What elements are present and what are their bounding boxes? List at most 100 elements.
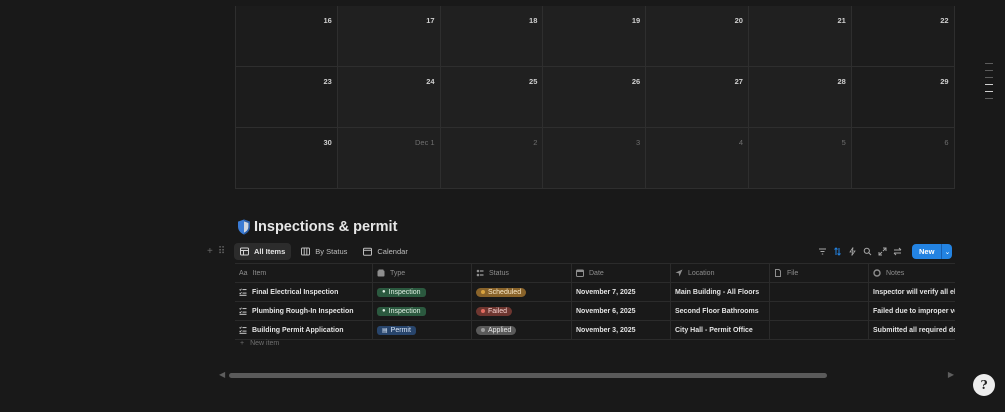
- database-toolbar: New ⌄: [818, 244, 953, 259]
- checklist-icon: [239, 307, 247, 315]
- calendar-day-number: 30: [323, 138, 332, 147]
- expand-icon[interactable]: [878, 247, 887, 256]
- cell-item[interactable]: Final Electrical Inspection: [235, 283, 373, 301]
- calendar-day-cell[interactable]: 27: [646, 67, 749, 128]
- page-outline-marks[interactable]: [985, 63, 993, 105]
- type-tag[interactable]: ● Inspection: [377, 287, 426, 297]
- calendar-day-cell[interactable]: 16: [235, 6, 338, 67]
- cell-location[interactable]: City Hall - Permit Office: [671, 321, 770, 339]
- calendar-day-cell[interactable]: 30: [235, 128, 338, 189]
- help-button[interactable]: ?: [973, 374, 995, 396]
- table-row[interactable]: Final Electrical Inspection ● Inspection…: [235, 283, 955, 302]
- cell-status[interactable]: Applied: [472, 321, 572, 339]
- scroll-right-icon[interactable]: ▶: [948, 370, 954, 379]
- calendar-day-number: 24: [426, 77, 435, 86]
- cell-type[interactable]: ▤ Permit: [373, 321, 472, 339]
- cell-status[interactable]: Scheduled: [472, 283, 572, 301]
- item-title[interactable]: Building Permit Application: [252, 327, 344, 334]
- calendar-day-number: 21: [837, 16, 846, 25]
- status-badge[interactable]: Scheduled: [476, 287, 527, 297]
- cell-notes[interactable]: Failed due to improper venting: [869, 302, 955, 320]
- cell-file[interactable]: [770, 302, 869, 320]
- sort-icon[interactable]: [833, 247, 842, 256]
- calendar-day-cell[interactable]: 2: [440, 128, 544, 189]
- cell-notes[interactable]: Submitted all required documents: [869, 321, 955, 339]
- calendar-day-cell[interactable]: 25: [440, 67, 544, 128]
- add-block-icon[interactable]: +: [207, 246, 213, 257]
- cell-location[interactable]: Main Building - All Floors: [671, 283, 770, 301]
- table-row[interactable]: Plumbing Rough-In Inspection ● Inspectio…: [235, 302, 955, 321]
- tab-calendar[interactable]: Calendar: [357, 243, 413, 260]
- cell-status[interactable]: Failed: [472, 302, 572, 320]
- location-icon: [675, 269, 683, 277]
- calendar-day-cell[interactable]: 28: [748, 67, 852, 128]
- cell-type[interactable]: ● Inspection: [373, 283, 472, 301]
- column-header-file[interactable]: File: [770, 264, 869, 282]
- calendar-day-cell[interactable]: 24: [337, 67, 441, 128]
- drag-handle-icon[interactable]: ⠿: [218, 246, 225, 257]
- column-header-notes[interactable]: Notes: [869, 264, 955, 282]
- calendar-day-number: 25: [529, 77, 538, 86]
- calendar-day-cell[interactable]: 6: [851, 128, 955, 189]
- item-title[interactable]: Plumbing Rough-In Inspection: [252, 308, 354, 315]
- filter-icon[interactable]: [818, 247, 827, 256]
- column-label: File: [787, 269, 799, 277]
- column-header-item[interactable]: Aa Item: [235, 264, 373, 282]
- cell-date[interactable]: November 7, 2025: [572, 283, 671, 301]
- item-title[interactable]: Final Electrical Inspection: [252, 289, 338, 296]
- cell-item[interactable]: Plumbing Rough-In Inspection: [235, 302, 373, 320]
- cell-type[interactable]: ● Inspection: [373, 302, 472, 320]
- cell-notes[interactable]: Inspector will verify all electrical wor…: [869, 283, 955, 301]
- magnifier-icon: ●: [382, 308, 386, 314]
- cell-date[interactable]: November 6, 2025: [572, 302, 671, 320]
- calendar-day-cell[interactable]: 3: [543, 128, 647, 189]
- status-badge[interactable]: Applied: [476, 325, 517, 335]
- type-tag[interactable]: ▤ Permit: [377, 325, 416, 335]
- calendar-day-cell[interactable]: 20: [646, 6, 749, 67]
- help-icon: ?: [980, 378, 988, 392]
- horizontal-scrollbar[interactable]: ◀ ▶: [219, 370, 954, 380]
- status-dot: [481, 309, 485, 313]
- calendar-day-cell[interactable]: 17: [337, 6, 441, 67]
- status-badge[interactable]: Failed: [476, 306, 513, 316]
- calendar-day-cell[interactable]: 26: [543, 67, 647, 128]
- column-header-location[interactable]: Location: [671, 264, 770, 282]
- scroll-left-icon[interactable]: ◀: [219, 370, 225, 379]
- calendar-day-cell[interactable]: 18: [440, 6, 544, 67]
- new-button[interactable]: New ⌄: [912, 244, 953, 259]
- column-header-date[interactable]: Date: [572, 264, 671, 282]
- calendar-day-cell[interactable]: 21: [748, 6, 852, 67]
- tab-all-items[interactable]: All Items: [234, 243, 292, 260]
- date-value: November 6, 2025: [576, 307, 636, 315]
- cell-file[interactable]: [770, 321, 869, 339]
- calendar-day-cell[interactable]: 23: [235, 67, 338, 128]
- block-handle[interactable]: + ⠿: [207, 246, 225, 257]
- column-header-status[interactable]: Status: [472, 264, 572, 282]
- settings-icon[interactable]: [893, 247, 902, 256]
- cell-item[interactable]: Building Permit Application: [235, 321, 373, 339]
- chevron-down-icon[interactable]: ⌄: [941, 244, 953, 259]
- scrollbar-thumb[interactable]: [229, 373, 827, 378]
- new-item-button[interactable]: + New item: [240, 340, 279, 347]
- database-title[interactable]: Inspections & permit: [237, 219, 397, 235]
- calendar-day-cell[interactable]: 4: [646, 128, 749, 189]
- search-icon[interactable]: [863, 247, 872, 256]
- cell-date[interactable]: November 3, 2025: [572, 321, 671, 339]
- table-row[interactable]: Building Permit Application ▤ Permit App…: [235, 321, 955, 340]
- calendar-day-cell[interactable]: 29: [851, 67, 955, 128]
- calendar-day-number: 4: [738, 138, 743, 147]
- type-tag[interactable]: ● Inspection: [377, 306, 426, 316]
- cell-location[interactable]: Second Floor Bathrooms: [671, 302, 770, 320]
- column-header-type[interactable]: Type: [373, 264, 472, 282]
- tab-by-status[interactable]: By Status: [295, 243, 353, 260]
- new-button-label[interactable]: New: [912, 244, 942, 259]
- calendar-day-cell[interactable]: 22: [851, 6, 955, 67]
- calendar-day-cell[interactable]: Dec 1: [337, 128, 441, 189]
- column-label: Type: [390, 269, 406, 277]
- calendar-day-cell[interactable]: 19: [543, 6, 647, 67]
- cell-file[interactable]: [770, 283, 869, 301]
- status-icon: [476, 269, 484, 277]
- automation-icon[interactable]: [848, 247, 857, 256]
- calendar-day-number: 19: [631, 16, 641, 25]
- calendar-day-cell[interactable]: 5: [748, 128, 852, 189]
